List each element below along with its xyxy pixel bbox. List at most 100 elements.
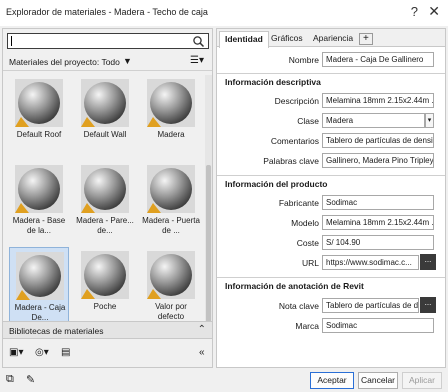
view-options-icon[interactable]: ☰▾ (190, 55, 204, 66)
material-sphere-icon (81, 165, 129, 213)
mark-field[interactable]: Sodimac (322, 318, 434, 333)
material-tile[interactable]: Madera (141, 75, 201, 153)
row-keynote: Nota clave Tablero de partículas de dens… (217, 297, 445, 315)
tab-appearance[interactable]: Apariencia (308, 31, 358, 47)
keywords-field[interactable]: Gallinero, Madera Pino Tripley (322, 153, 434, 168)
row-keywords: Palabras clave Gallinero, Madera Pino Tr… (217, 152, 445, 170)
dialog-footer: ⧉ ✎ Aceptar Cancelar Aplicar (0, 370, 448, 392)
material-sphere-icon (15, 165, 63, 213)
material-sphere-icon (147, 79, 195, 127)
material-tile-selected[interactable]: Madera - Caja De... (9, 247, 69, 325)
material-grid: Default Roof Default Wall Madera Madera … (7, 75, 203, 349)
material-name: Madera (157, 130, 185, 139)
row-url: URL https://www.sodimac.c... ... (217, 254, 445, 272)
material-sphere-icon (147, 165, 195, 213)
window-title: Explorador de materiales - Madera - Tech… (6, 7, 208, 17)
library-label: Materiales del proyecto: Todo (9, 57, 120, 67)
section-title: Información del producto (225, 179, 328, 189)
url-label: URL (301, 258, 319, 268)
section-title: Información descriptiva (225, 77, 321, 87)
libraries-label: Bibliotecas de materiales (9, 326, 104, 336)
close-button[interactable]: ✕ (428, 3, 440, 20)
add-tab-button[interactable]: + (359, 33, 373, 45)
description-field[interactable]: Melamina 18mm 2.15x2.44m ... (322, 93, 434, 108)
cancel-button[interactable]: Cancelar (358, 372, 398, 389)
material-tile[interactable]: Default Wall (75, 75, 135, 153)
material-name: Madera - Puerta de ... (142, 216, 200, 235)
help-button[interactable]: ? (411, 4, 418, 19)
material-tile[interactable]: Poche (75, 247, 135, 325)
text-cursor (11, 36, 12, 46)
library-toolbar: ▣▾ ◎▾ ▤ « (3, 343, 212, 367)
material-tile[interactable]: Valor por defecto (141, 247, 201, 325)
class-label: Clase (297, 116, 319, 126)
tab-graphics[interactable]: Gráficos (266, 31, 308, 47)
row-class: Clase Madera ▾ (217, 112, 445, 130)
apply-button[interactable]: Aplicar (402, 372, 442, 389)
edit-icon[interactable]: ✎ (26, 373, 35, 386)
tab-identity[interactable]: Identidad (219, 31, 269, 48)
name-label: Nombre (288, 55, 319, 65)
title-bar: Explorador de materiales - Madera - Tech… (0, 0, 448, 26)
name-field[interactable]: Madera - Caja De Gallinero (322, 52, 434, 67)
grid-scrollbar[interactable] (205, 75, 212, 339)
material-name: Default Wall (83, 130, 127, 139)
keynote-field[interactable]: Tablero de partículas de densi... (322, 298, 419, 313)
collapse-panel-icon[interactable]: « (199, 347, 205, 358)
properties-panel: Identidad Gráficos Apariencia + Nombre M… (216, 28, 446, 368)
panel-toggle-icon[interactable]: ⧉ (6, 373, 14, 386)
section-descriptive: Información descriptiva (217, 73, 445, 89)
section-product: Información del producto (217, 175, 445, 191)
material-name: Poche (93, 302, 117, 311)
url-browse-button[interactable]: ... (420, 254, 436, 270)
material-sphere-icon (81, 251, 129, 299)
keynote-browse-button[interactable]: ... (420, 297, 436, 313)
model-label: Modelo (291, 218, 319, 228)
manufacturer-label: Fabricante (278, 198, 319, 208)
accept-button[interactable]: Aceptar (310, 372, 354, 389)
url-field[interactable]: https://www.sodimac.c... (322, 255, 419, 270)
section-revit: Información de anotación de Revit (217, 277, 445, 293)
row-cost: Coste S/ 104.90 (217, 234, 445, 252)
material-tile[interactable]: Madera - Puerta de ... (141, 161, 201, 239)
material-name: Default Roof (16, 130, 62, 139)
row-mark: Marca Sodimac (217, 317, 445, 335)
cost-field[interactable]: S/ 104.90 (322, 235, 434, 250)
material-name: Madera - Base de la... (12, 216, 66, 235)
material-sphere-icon (16, 252, 64, 300)
material-sphere-icon (15, 79, 63, 127)
class-select[interactable]: Madera (322, 113, 425, 128)
material-tile[interactable]: Madera - Pare... de... (75, 161, 135, 239)
row-description: Descripción Melamina 18mm 2.15x2.44m ... (217, 92, 445, 110)
search-input[interactable] (7, 33, 209, 49)
row-manufacturer: Fabricante Sodimac (217, 194, 445, 212)
library-header: Materiales del proyecto: Todo ▼ ☰▾ (3, 53, 212, 71)
library-menu-icon[interactable]: ▣▾ (9, 347, 23, 358)
scrollbar-thumb[interactable] (206, 165, 211, 335)
keywords-label: Palabras clave (263, 156, 319, 166)
row-comments: Comentarios Tablero de partículas de den… (217, 132, 445, 150)
properties-tabs: Identidad Gráficos Apariencia + (217, 29, 445, 48)
material-tile[interactable]: Madera - Base de la... (9, 161, 69, 239)
material-name: Valor por defecto (155, 302, 187, 321)
manufacturer-field[interactable]: Sodimac (322, 195, 434, 210)
filter-icon[interactable]: ▼ (123, 56, 132, 66)
material-name: Madera - Pare... de... (76, 216, 134, 235)
material-editor-icon[interactable]: ▤ (61, 347, 70, 358)
search-icon[interactable] (192, 35, 205, 48)
material-sphere-icon (81, 79, 129, 127)
material-sphere-icon (147, 251, 195, 299)
collapse-chevron-icon[interactable]: ⌃ (198, 324, 206, 335)
comments-label: Comentarios (270, 136, 319, 146)
cost-label: Coste (296, 238, 319, 248)
material-tile[interactable]: Default Roof (9, 75, 69, 153)
model-field[interactable]: Melamina 18mm 2.15x2.44m ... (322, 215, 434, 230)
keynote-label: Nota clave (278, 301, 319, 311)
material-browser-panel: Materiales del proyecto: Todo ▼ ☰▾ Defau… (2, 28, 213, 368)
create-material-icon[interactable]: ◎▾ (35, 347, 49, 358)
row-model: Modelo Melamina 18mm 2.15x2.44m ... (217, 214, 445, 232)
description-label: Descripción (274, 96, 319, 106)
chevron-down-icon[interactable]: ▾ (425, 113, 434, 128)
libraries-bar[interactable]: Bibliotecas de materiales ⌃ (3, 321, 212, 339)
comments-field[interactable]: Tablero de partículas de densi... (322, 133, 434, 148)
